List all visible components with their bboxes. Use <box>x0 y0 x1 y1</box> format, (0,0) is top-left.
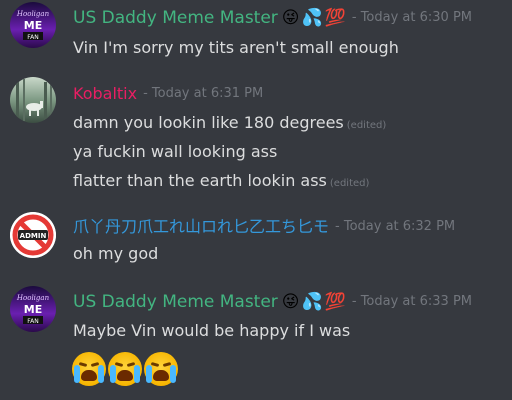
edited-label: (edited) <box>346 120 387 131</box>
message-line: flatter than the earth lookin ass <box>73 171 327 190</box>
loudly-crying-face-icon <box>144 352 178 386</box>
avatar-kobaltix[interactable] <box>10 77 56 123</box>
avatar-us-daddy-meme-master[interactable]: Hooligan ME FAN <box>10 2 56 48</box>
message-text: ya fuckin wall looking ass <box>73 142 277 162</box>
svg-text:Hooligan: Hooligan <box>16 294 50 302</box>
message-text: Vin I'm sorry my tits aren't small enoug… <box>73 38 399 58</box>
message-2-header: Kobaltix - Today at 6:31 PM <box>73 83 263 105</box>
message-line: ya fuckin wall looking ass <box>73 142 278 161</box>
sweat-droplets-emoji-icon: 💦 <box>301 292 323 312</box>
avatar-us-daddy-meme-master[interactable]: Hooligan ME FAN <box>10 286 56 332</box>
hundred-points-emoji-icon: 💯 <box>324 292 346 312</box>
message-text: Maybe Vin would be happy if I was <box>73 321 350 341</box>
admin-avatar-text: ADMIN <box>20 232 47 240</box>
message-line: damn you lookin like 180 degrees <box>73 113 344 132</box>
avatar-no-admin[interactable]: ADMIN <box>10 212 56 258</box>
svg-text:FAN: FAN <box>27 34 39 41</box>
wink-tongue-emoji-icon: 😜 <box>281 292 300 312</box>
loudly-crying-face-icon <box>108 352 142 386</box>
author-name[interactable]: US Daddy Meme Master <box>73 7 278 29</box>
timestamp: - Today at 6:31 PM <box>143 86 264 101</box>
timestamp: - Today at 6:30 PM <box>351 10 473 25</box>
message-line: Maybe Vin would be happy if I was <box>73 321 351 340</box>
chat-message-list: Hooligan ME FAN US Daddy Meme Master 😜 💦… <box>0 0 512 400</box>
author-name[interactable]: 爪丫丹刀爪工れ山ロれ匕乙工ち匕モ <box>73 216 329 238</box>
author-name[interactable]: Kobaltix <box>73 83 137 105</box>
message-line: Vin I'm sorry my tits aren't small enoug… <box>73 38 399 57</box>
message-text: flatter than the earth lookin ass (edited… <box>73 171 369 194</box>
svg-text:FAN: FAN <box>27 318 39 325</box>
wink-tongue-emoji-icon: 😜 <box>281 8 300 28</box>
author-name[interactable]: US Daddy Meme Master <box>73 291 278 313</box>
message-4-header: US Daddy Meme Master 😜 💦 💯 - Today at 6:… <box>73 291 472 313</box>
loudly-crying-face-icon <box>72 352 106 386</box>
svg-text:ME: ME <box>24 303 42 316</box>
edited-label: (edited) <box>329 178 370 189</box>
sweat-droplets-emoji-icon: 💦 <box>301 8 323 28</box>
message-3-header: 爪丫丹刀爪工れ山ロれ匕乙工ち匕モ - Today at 6:32 PM <box>73 216 455 238</box>
message-line: oh my god <box>73 244 159 263</box>
svg-text:Hooligan: Hooligan <box>16 10 50 18</box>
svg-text:ME: ME <box>24 19 42 32</box>
message-text: oh my god <box>73 244 158 264</box>
message-text: damn you lookin like 180 degrees (edited) <box>73 113 386 136</box>
big-emoji-row <box>72 352 178 386</box>
timestamp: - Today at 6:33 PM <box>351 294 473 309</box>
timestamp: - Today at 6:32 PM <box>335 219 456 234</box>
message-1-header: US Daddy Meme Master 😜 💦 💯 - Today at 6:… <box>73 7 472 29</box>
hundred-points-emoji-icon: 💯 <box>324 8 346 28</box>
